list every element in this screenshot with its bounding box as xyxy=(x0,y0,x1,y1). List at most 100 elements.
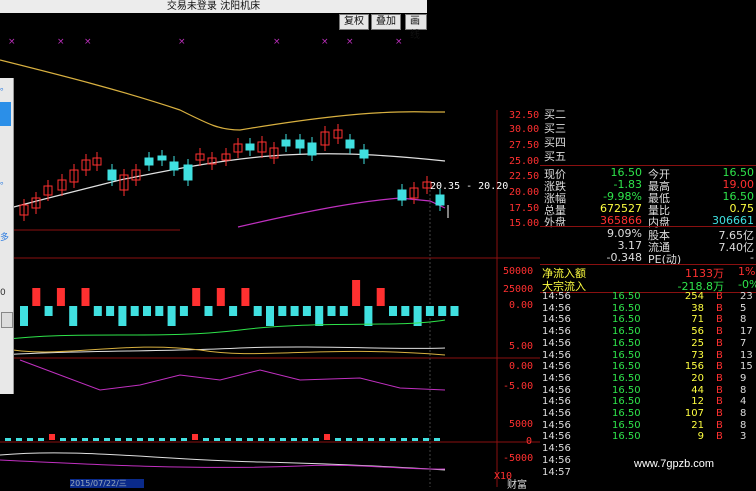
marker-cross: × xyxy=(84,37,92,47)
fundamental-value: - xyxy=(750,251,754,264)
flow-bar xyxy=(170,438,176,441)
tick-side: B xyxy=(716,326,723,338)
tick-side: B xyxy=(716,396,723,408)
flow-bar xyxy=(379,438,385,441)
tick-count: 8 xyxy=(740,314,747,326)
volume-bar xyxy=(253,306,262,316)
overlay-button[interactable]: 叠加 xyxy=(371,14,401,30)
ma-line-yellow xyxy=(0,59,445,131)
indicator-line-purple xyxy=(19,359,446,391)
tick-time: 14:56 xyxy=(542,291,571,302)
flow-bar xyxy=(104,438,110,441)
tick-time: 14:56 xyxy=(542,314,571,326)
chart-toolbar: 复权 叠加 画线 xyxy=(0,13,427,41)
volume-bar xyxy=(32,288,41,306)
tick-price: 16.50 xyxy=(612,384,641,396)
tick-side: B xyxy=(716,337,723,349)
tick-side: B xyxy=(716,349,723,361)
flow-percent: -0% xyxy=(738,278,756,291)
kline-chart[interactable]: × × × × × × × × xyxy=(0,30,540,487)
tick-volume: 156 xyxy=(684,361,704,373)
tick-side: B xyxy=(716,314,723,326)
candle-body xyxy=(144,157,154,166)
tick-count: 8 xyxy=(740,408,747,419)
volume-bar xyxy=(425,306,434,316)
tick-count: 7 xyxy=(740,337,747,349)
side-panel: 。 。 多 0 xyxy=(0,78,14,394)
candle-body xyxy=(107,169,117,181)
volume-bar xyxy=(438,306,447,316)
candle-body xyxy=(157,155,167,161)
volume-bar xyxy=(376,288,385,306)
candle-body xyxy=(435,194,445,206)
volume-bar xyxy=(20,306,28,326)
price-tick: 25.00 xyxy=(509,156,540,167)
flow-bar xyxy=(390,438,396,441)
macd-tick: -5.00 xyxy=(503,381,534,392)
volume-bar xyxy=(290,306,299,316)
bottom-tick: 5000 xyxy=(509,419,534,430)
bottom-tick: 0 xyxy=(526,436,533,447)
volume-bar xyxy=(327,306,336,316)
tick-side: B xyxy=(716,419,723,431)
tick-time: 14:56 xyxy=(542,419,571,431)
restore-rights-button[interactable]: 复权 xyxy=(339,14,369,30)
window-title: 交易未登录 沈阳机床 xyxy=(0,0,427,13)
flow-bar xyxy=(159,438,165,441)
flow-bar xyxy=(137,438,143,441)
tick-volume: 107 xyxy=(684,408,704,419)
tick-time: 14:56 xyxy=(542,408,571,419)
quote-label: 外盘 xyxy=(544,216,566,229)
flow-bar xyxy=(181,438,187,441)
volume-bar xyxy=(81,288,90,306)
tick-side: B xyxy=(716,408,723,419)
tick-count: 17 xyxy=(740,326,753,338)
volume-bar xyxy=(229,306,238,316)
tick-volume: 44 xyxy=(691,384,704,396)
tick-time: 14:56 xyxy=(542,454,571,466)
tick-time: 14:56 xyxy=(542,361,571,373)
tick-side: B xyxy=(716,431,723,443)
flow-bar xyxy=(203,438,209,441)
flow-bar xyxy=(126,438,132,441)
tick-price: 16.50 xyxy=(612,372,641,384)
flow-bar xyxy=(93,438,99,441)
volume-bar xyxy=(364,306,373,326)
volume-bar xyxy=(401,306,410,316)
flow-bar xyxy=(412,438,418,441)
tick-price: 16.50 xyxy=(612,408,641,419)
flow-bar xyxy=(115,438,121,441)
flow-bar xyxy=(423,438,429,441)
tick-side: B xyxy=(716,372,723,384)
volume-bar xyxy=(266,306,274,326)
flow-bar xyxy=(27,438,33,441)
volume-bar xyxy=(106,306,115,316)
flow-bar xyxy=(49,434,55,440)
bottom-tick: -5000 xyxy=(503,453,534,464)
marker-cross: × xyxy=(273,37,281,47)
side-panel-selection[interactable] xyxy=(0,102,11,126)
tick-price: 16.50 xyxy=(612,349,641,361)
volume-bar xyxy=(130,306,139,316)
draw-line-button[interactable]: 画线 xyxy=(405,14,427,41)
tick-volume: 20 xyxy=(691,372,704,384)
price-tick: 22.50 xyxy=(509,171,540,182)
volume-bar xyxy=(44,306,53,316)
flow-bar xyxy=(214,438,220,441)
flow-bar xyxy=(60,438,66,441)
marker-cross: × xyxy=(178,37,186,47)
price-tick: 30.00 xyxy=(509,124,540,135)
volume-bar xyxy=(143,306,151,316)
tick-price: 16.50 xyxy=(612,302,641,314)
tick-time: 14:56 xyxy=(542,337,571,349)
tick-time: 14:56 xyxy=(542,302,571,314)
tick-price: 16.50 xyxy=(612,396,641,408)
price-tick: 32.50 xyxy=(509,110,540,121)
volume-bar xyxy=(389,306,397,316)
flow-bar xyxy=(225,438,231,441)
candle-body xyxy=(183,164,193,181)
macd-tick: 0.00 xyxy=(509,361,534,372)
price-tick: 20.00 xyxy=(509,187,540,198)
side-scroll-handle[interactable] xyxy=(1,312,13,328)
flow-bar xyxy=(357,438,363,441)
